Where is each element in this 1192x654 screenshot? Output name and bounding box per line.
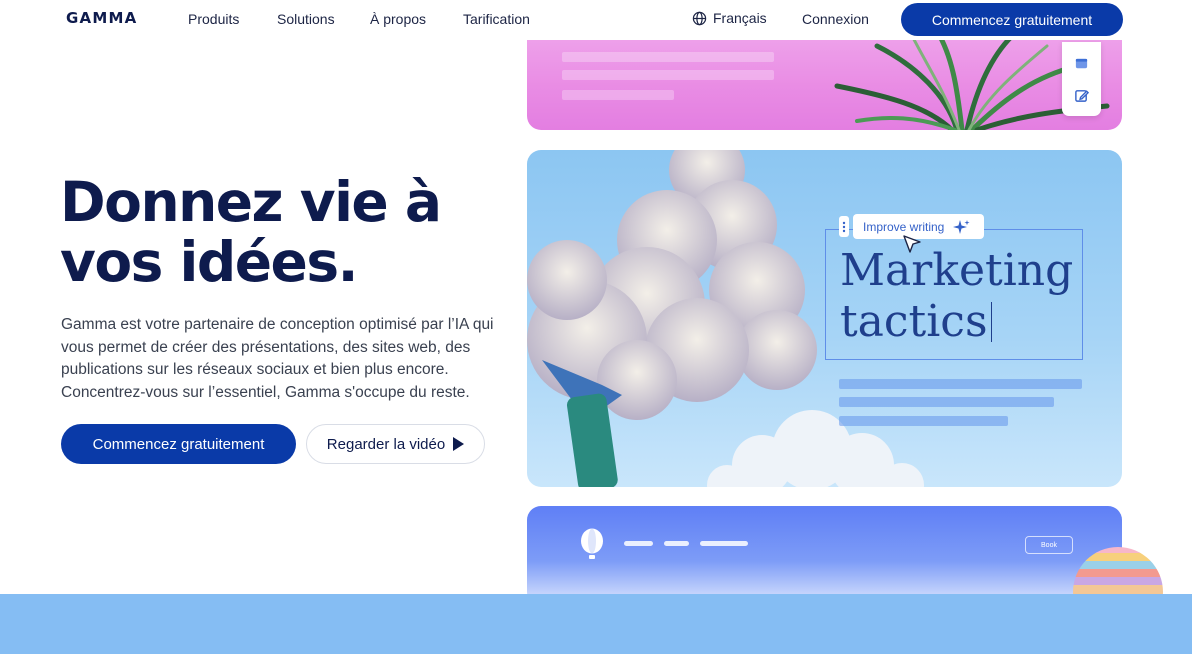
login-link[interactable]: Connexion xyxy=(802,11,869,27)
language-selector[interactable]: Français xyxy=(692,10,767,26)
hero-title: Donnez vie à vos idées. xyxy=(60,172,480,292)
hero-title-line1: Donnez vie à xyxy=(60,170,442,234)
text-placeholder-bar xyxy=(839,416,1008,426)
nav-placeholder xyxy=(700,541,748,546)
watch-video-label: Regarder la vidéo xyxy=(326,435,446,453)
nav-link-produits[interactable]: Produits xyxy=(188,11,239,27)
sparkle-icon xyxy=(953,219,970,234)
block-toolbar xyxy=(1062,42,1101,116)
nav-placeholder xyxy=(664,541,689,546)
play-icon xyxy=(453,437,465,451)
image-block-icon[interactable] xyxy=(1074,56,1089,71)
watch-video-button[interactable]: Regarder la vidéo xyxy=(306,424,485,464)
text-placeholder-bar xyxy=(562,90,674,100)
book-button[interactable]: Book xyxy=(1025,536,1073,554)
drag-handle-icon[interactable] xyxy=(839,216,849,237)
globe-icon xyxy=(692,11,707,25)
gamma-logo[interactable]: GAMMA xyxy=(66,9,137,27)
nav-cta-button[interactable]: Commencez gratuitement xyxy=(901,3,1123,36)
start-free-button[interactable]: Commencez gratuitement xyxy=(61,424,296,464)
top-nav: GAMMA Produits Solutions À propos Tarifi… xyxy=(0,0,1192,40)
nav-link-a-propos[interactable]: À propos xyxy=(370,11,426,27)
text-placeholder-bar xyxy=(562,52,774,62)
slide-heading[interactable]: Marketing tactics xyxy=(840,245,1090,347)
edit-icon[interactable] xyxy=(1074,88,1089,103)
hero-description: Gamma est votre partenaire de conception… xyxy=(61,316,494,401)
preview-card-website: Book xyxy=(527,506,1122,606)
text-placeholder-bar xyxy=(562,70,774,80)
ai-suggestion-label: Improve writing xyxy=(863,219,945,234)
language-label: Français xyxy=(713,10,767,26)
hero-title-line2: vos idées. xyxy=(60,230,358,294)
nav-link-solutions[interactable]: Solutions xyxy=(277,11,335,27)
text-caret xyxy=(990,302,992,342)
slide-heading-line1: Marketing xyxy=(840,245,1074,296)
text-placeholder-bar xyxy=(839,379,1082,389)
slide-heading-line2: tactics xyxy=(840,296,988,347)
preview-card-marketing: Improve writing Marketing tactics xyxy=(527,150,1122,487)
nav-link-tarification[interactable]: Tarification xyxy=(463,11,530,27)
nav-placeholder xyxy=(624,541,653,546)
bottom-color-band xyxy=(0,594,1192,654)
text-placeholder-bar xyxy=(839,397,1054,407)
balloon-logo-icon xyxy=(581,528,603,559)
